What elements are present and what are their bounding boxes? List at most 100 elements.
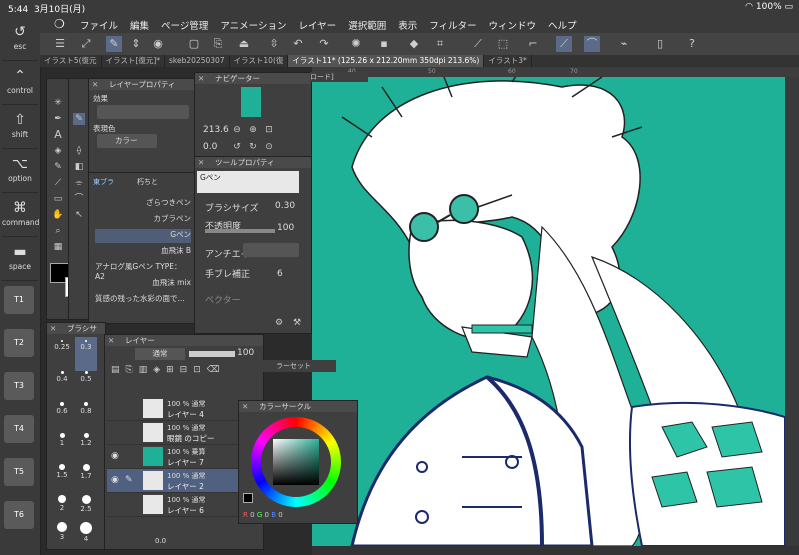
expression-color-select[interactable]: カラー bbox=[97, 134, 157, 148]
saturation-square[interactable] bbox=[273, 439, 319, 485]
brush-item[interactable]: 質感の残った水彩の面で... bbox=[95, 293, 191, 307]
chevron-updown-icon[interactable]: ⇳ bbox=[266, 36, 282, 52]
zoom-out-icon[interactable]: ⊖ bbox=[231, 124, 243, 136]
settings-icon[interactable]: ⚙ bbox=[273, 317, 285, 329]
eye-icon[interactable]: ◉ bbox=[150, 36, 166, 52]
operation-tool-icon[interactable]: ↖ bbox=[73, 209, 85, 221]
frame-tool-icon[interactable]: ▦ bbox=[52, 241, 64, 253]
open-icon[interactable]: ⎘ bbox=[210, 36, 226, 52]
updown-icon[interactable]: ⇕ bbox=[128, 36, 144, 52]
zoom-in-icon[interactable]: ⊕ bbox=[247, 124, 259, 136]
pen-line-icon[interactable]: ⌁ bbox=[616, 36, 632, 52]
edit-icon[interactable]: ✎ bbox=[106, 36, 122, 52]
menu-selection[interactable]: 選択範囲 bbox=[348, 18, 386, 32]
undo-icon[interactable]: ↶ bbox=[290, 36, 306, 52]
tab-doc-1[interactable]: イラスト5(復元 bbox=[40, 55, 102, 67]
vertical-scrollbar[interactable] bbox=[785, 77, 799, 546]
tab-doc-4[interactable]: イラスト10(復 bbox=[230, 55, 289, 67]
brush-item[interactable]: 血飛沫 B bbox=[95, 245, 191, 259]
brush-item[interactable]: ざらつきペン bbox=[95, 197, 191, 211]
antialias-selector[interactable] bbox=[243, 243, 299, 257]
t5-key[interactable]: T5 bbox=[4, 458, 34, 486]
help-icon[interactable]: ? bbox=[684, 36, 700, 52]
ruler-pen-icon[interactable]: ⟋ bbox=[556, 36, 572, 52]
space-key[interactable]: ▬ space bbox=[2, 240, 38, 281]
menu-animation[interactable]: アニメーション bbox=[220, 18, 286, 32]
pen-selected-icon[interactable]: ✎ bbox=[73, 113, 85, 125]
zoom-tool-icon[interactable]: ⌕ bbox=[52, 225, 64, 237]
gradient-tool-icon[interactable]: ▭ bbox=[52, 193, 64, 205]
layer-tool-icons[interactable]: ▤⎘▥◈⊞⊟⊡⌫ bbox=[111, 365, 257, 393]
navigator-thumbnail[interactable] bbox=[241, 87, 261, 117]
tab-doc-6[interactable]: イラスト3* bbox=[484, 55, 532, 67]
menu-edit[interactable]: 編集 bbox=[130, 18, 149, 32]
brush-size-option[interactable]: 1 bbox=[51, 430, 73, 464]
t3-key[interactable]: T3 bbox=[4, 372, 34, 400]
select-icon[interactable]: ⬚ bbox=[495, 36, 511, 52]
loading-icon[interactable]: ✺ bbox=[348, 36, 364, 52]
brush-size-option[interactable]: 0.6 bbox=[51, 399, 73, 433]
save-icon[interactable]: ⏏ bbox=[236, 36, 252, 52]
brush-item[interactable]: 血飛沫 mix bbox=[95, 277, 191, 291]
reset-rotation-icon[interactable]: ⊙ bbox=[263, 141, 275, 153]
command-key[interactable]: ⌘ command bbox=[2, 196, 39, 237]
sub-tool-tab-1[interactable]: 東ブラ bbox=[93, 177, 114, 187]
brush-size-option[interactable]: 1.7 bbox=[75, 461, 97, 495]
device-icon[interactable]: ▯ bbox=[652, 36, 668, 52]
stabilization-value[interactable]: 6 bbox=[277, 269, 283, 279]
fill-tool-icon[interactable]: ◈ bbox=[52, 145, 64, 157]
eyedropper-icon[interactable]: ⟠ bbox=[73, 145, 85, 157]
deselect-icon[interactable]: ⟋ bbox=[470, 36, 486, 52]
app-logo-icon[interactable]: ❍ bbox=[54, 17, 68, 31]
menu-layer[interactable]: レイヤー bbox=[298, 18, 336, 32]
crop-icon[interactable]: ⌐ bbox=[525, 36, 541, 52]
layer-opacity-value[interactable]: 100 bbox=[237, 348, 254, 358]
brush-item[interactable]: カブラペン bbox=[95, 213, 192, 227]
layer-row-selected[interactable]: ◉ ✎ 100 % 通常 レイヤー 2 bbox=[107, 469, 240, 493]
shift-key[interactable]: ⇧ shift bbox=[2, 108, 38, 149]
text-tool-icon[interactable]: A bbox=[52, 129, 64, 141]
opacity-value[interactable]: 100 bbox=[277, 223, 294, 233]
brush-size-option[interactable]: 0.4 bbox=[51, 368, 73, 402]
control-key[interactable]: ⌃ control bbox=[2, 64, 38, 105]
sub-tool-tab-2[interactable]: 朽ちと bbox=[137, 177, 158, 187]
layer-row[interactable]: 100 % 通常 レイヤー 6 bbox=[107, 493, 240, 517]
menu-view[interactable]: 表示 bbox=[398, 18, 417, 32]
esc-key[interactable]: ↺ esc bbox=[2, 20, 38, 61]
redo-icon[interactable]: ↷ bbox=[316, 36, 332, 52]
sparkle-icon[interactable]: ✳ bbox=[52, 97, 64, 109]
fit-icon[interactable]: ⊡ bbox=[263, 124, 275, 136]
brush-snap-icon[interactable]: ⌒ bbox=[584, 36, 600, 52]
option-key[interactable]: ⌥ option bbox=[2, 152, 38, 193]
brush-size-option[interactable]: 0.8 bbox=[75, 399, 97, 433]
eraser-icon[interactable]: ◧ bbox=[73, 161, 85, 173]
brush-size-option[interactable]: 1.5 bbox=[51, 461, 73, 495]
line-tool-icon[interactable]: ⟋ bbox=[52, 177, 64, 189]
blend-mode-select[interactable]: 通常 bbox=[135, 348, 185, 360]
clear-icon[interactable]: ▪ bbox=[376, 36, 392, 52]
menu-window[interactable]: ウィンドウ bbox=[489, 18, 537, 32]
menu-page[interactable]: ページ管理 bbox=[161, 18, 208, 32]
new-file-icon[interactable]: ▢ bbox=[186, 36, 202, 52]
rotate-left-icon[interactable]: ↺ bbox=[231, 141, 243, 153]
pen-tool-icon[interactable]: ✒ bbox=[52, 113, 64, 125]
layer-row[interactable]: ◉ 100 % 乗算 レイヤー 7 bbox=[107, 445, 240, 469]
fill-icon[interactable]: ◆ bbox=[406, 36, 422, 52]
t6-key[interactable]: T6 bbox=[4, 501, 34, 529]
zoom-fit-icon[interactable]: ⤢ bbox=[78, 36, 94, 52]
blend-tool-icon[interactable]: ⌯ bbox=[73, 177, 85, 189]
brush-size-option[interactable]: 3 bbox=[51, 519, 73, 553]
eye-icon[interactable]: ◉ bbox=[111, 451, 119, 461]
effect-buttons[interactable] bbox=[97, 105, 189, 119]
brush-size-option-selected[interactable]: 0.3 bbox=[75, 337, 97, 371]
brush-size-option[interactable]: 0.25 bbox=[51, 337, 73, 371]
t4-key[interactable]: T4 bbox=[4, 415, 34, 443]
hand-tool-icon[interactable]: ✋ bbox=[52, 209, 64, 221]
rotate-right-icon[interactable]: ↻ bbox=[247, 141, 259, 153]
brush-item[interactable]: アナログ風Gペン TYPE：A2 bbox=[95, 261, 191, 281]
brush-size-option[interactable]: 0.5 bbox=[75, 368, 97, 402]
current-color-swatch[interactable] bbox=[243, 493, 253, 503]
tab-doc-3[interactable]: skeb20250307 bbox=[165, 55, 230, 67]
tab-doc-active[interactable]: イラスト11* (125.26 x 212.20mm 350dpi 213.6%… bbox=[288, 55, 485, 67]
wrench-icon[interactable]: ⚒ bbox=[291, 317, 303, 329]
